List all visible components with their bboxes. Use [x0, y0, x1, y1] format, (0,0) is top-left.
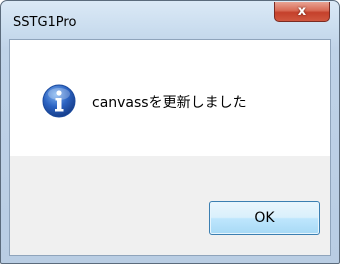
- close-icon: x: [297, 4, 307, 19]
- title-bar[interactable]: SSTG1Pro x: [1, 1, 339, 41]
- ok-button[interactable]: OK: [209, 201, 320, 235]
- dialog-message: canvassを更新しました: [92, 95, 247, 111]
- dialog-client-area: canvassを更新しました OK: [9, 39, 331, 256]
- button-bar: OK: [10, 156, 330, 255]
- dialog-window: SSTG1Pro x canvassを更新しました OK: [0, 0, 340, 264]
- window-title: SSTG1Pro: [13, 15, 77, 30]
- close-button[interactable]: x: [274, 2, 330, 22]
- info-icon: [42, 84, 76, 118]
- message-area: canvassを更新しました: [10, 40, 330, 156]
